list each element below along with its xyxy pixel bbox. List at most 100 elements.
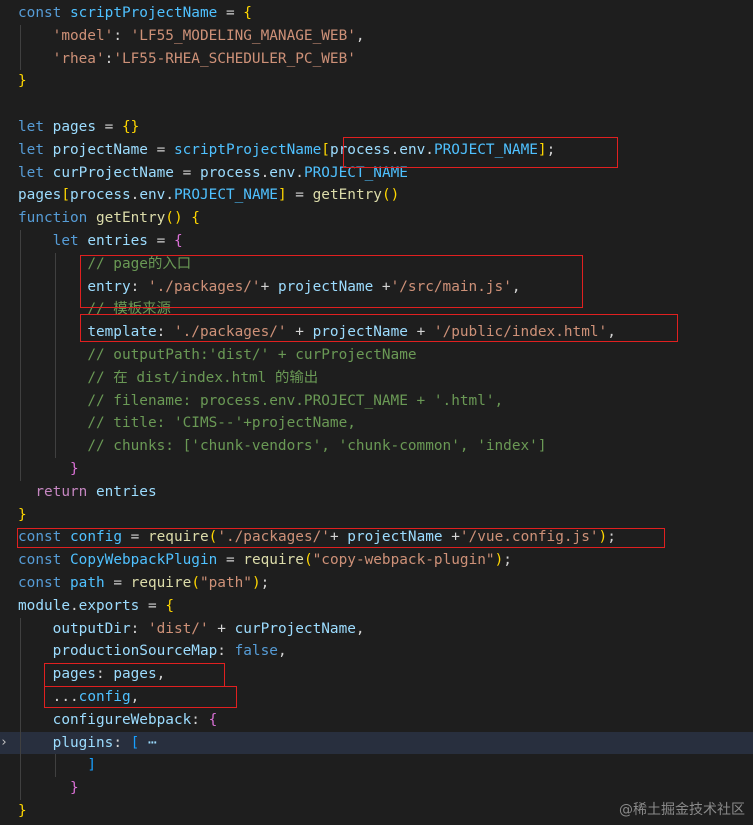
code-line[interactable]: pages[process.env.PROJECT_NAME] = getEnt… xyxy=(0,184,753,207)
code-line[interactable]: } xyxy=(0,504,753,527)
code-text: const path = require("path"); xyxy=(18,572,269,595)
code-text: } xyxy=(18,458,79,481)
code-token: pages xyxy=(113,666,157,683)
code-token: projectName xyxy=(277,278,374,295)
code-token: , xyxy=(156,666,166,683)
code-line[interactable]: ] xyxy=(0,754,753,778)
code-text: let entries = { xyxy=(18,230,183,253)
code-token: const xyxy=(18,575,62,591)
code-line[interactable]: // title: 'CIMS--'+projectName, xyxy=(0,412,753,436)
code-line[interactable]: let curProjectName = process.env.PROJECT… xyxy=(0,162,753,185)
code-token: + xyxy=(407,324,434,341)
code-token: config xyxy=(70,529,122,546)
code-token: 'dist/' xyxy=(147,620,209,637)
code-line[interactable]: // page的入口 xyxy=(0,252,753,276)
code-token: = xyxy=(121,529,148,546)
code-token: function xyxy=(18,210,88,227)
code-line[interactable]: configureWebpack: { xyxy=(0,708,753,732)
code-token: : xyxy=(113,27,131,44)
code-token: curProjectName xyxy=(234,620,356,637)
code-line[interactable]: } xyxy=(0,777,753,800)
code-line[interactable]: pages: pages, xyxy=(0,663,753,686)
code-token: { xyxy=(165,597,174,614)
code-text: // chunks: ['chunk-vendors', 'chunk-comm… xyxy=(18,435,546,458)
code-token: // 在 dist/index.html 的输出 xyxy=(87,369,319,386)
code-line[interactable]: const path = require("path"); xyxy=(0,572,753,595)
code-token: : xyxy=(130,278,148,295)
code-text: let pages = {} xyxy=(18,116,139,139)
code-line[interactable]: const scriptProjectName = { xyxy=(0,2,753,25)
code-text: productionSourceMap: false, xyxy=(18,640,287,663)
code-token: : xyxy=(95,666,114,683)
code-token: + xyxy=(286,324,313,341)
code-token: , xyxy=(130,689,140,705)
chevron-right-icon[interactable]: › xyxy=(0,735,12,750)
code-token: PROJECT_NAME xyxy=(303,164,408,181)
code-token: ) xyxy=(598,529,608,546)
code-token: ) xyxy=(251,575,261,591)
code-text: // 在 dist/index.html 的输出 xyxy=(18,367,318,390)
code-token: return xyxy=(35,483,88,500)
code-token: } xyxy=(18,73,27,90)
code-token: ( xyxy=(208,529,218,546)
code-line[interactable]: } xyxy=(0,458,753,481)
code-token: 'model' xyxy=(52,27,114,44)
code-token: ; xyxy=(503,552,512,569)
code-editor[interactable]: const scriptProjectName = { 'model': 'LF… xyxy=(0,0,753,825)
code-token: module xyxy=(18,597,70,614)
code-token: '/src/main.js' xyxy=(390,278,512,295)
code-line[interactable]: return entries xyxy=(0,481,753,504)
code-token: = xyxy=(139,597,166,614)
code-token: ; xyxy=(546,141,556,158)
code-token: './packages/' xyxy=(147,278,261,295)
code-line[interactable]: const CopyWebpackPlugin = require("copy-… xyxy=(0,549,753,572)
code-line[interactable]: // filename: process.env.PROJECT_NAME + … xyxy=(0,389,753,413)
code-token: productionSourceMap xyxy=(52,643,218,660)
code-token: let xyxy=(18,119,44,135)
code-line[interactable]: let projectName = scriptProjectName[proc… xyxy=(0,139,753,162)
code-text: entry: './packages/'+ projectName +'/src… xyxy=(18,276,520,299)
code-token: template xyxy=(87,324,157,341)
code-line[interactable]: const config = require('./packages/'+ pr… xyxy=(0,526,753,549)
code-line[interactable]: let entries = { xyxy=(0,230,753,253)
code-line[interactable]: // 模板来源 xyxy=(0,298,753,322)
code-line[interactable]: template: './packages/' + projectName + … xyxy=(0,321,753,344)
code-token: // title: 'CIMS--'+projectName, xyxy=(87,415,356,432)
code-token: CopyWebpackPlugin xyxy=(70,552,218,569)
code-token: + xyxy=(373,278,391,295)
code-token: pages xyxy=(52,119,96,135)
code-token: path xyxy=(70,575,105,591)
code-line[interactable]: // chunks: ['chunk-vendors', 'chunk-comm… xyxy=(0,435,753,458)
code-line[interactable]: › plugins: [ ⋯ xyxy=(0,731,753,755)
code-token: { xyxy=(191,210,200,227)
code-line[interactable]: let pages = {} xyxy=(0,116,753,139)
code-token: const xyxy=(18,5,62,21)
code-token: ⋯ xyxy=(139,734,157,751)
code-line[interactable]: } xyxy=(0,70,753,93)
code-text: // outputPath:'dist/' + curProjectName xyxy=(18,344,416,367)
code-line[interactable]: 'rhea':'LF55-RHEA_SCHEDULER_PC_WEB' xyxy=(0,47,753,71)
code-token: process xyxy=(329,141,391,158)
code-line[interactable]: entry: './packages/'+ projectName +'/src… xyxy=(0,275,753,299)
code-token: {} xyxy=(122,119,140,135)
code-token: ; xyxy=(607,529,616,546)
code-line[interactable]: productionSourceMap: false, xyxy=(0,640,753,664)
code-token: 'rhea' xyxy=(52,50,105,67)
code-line[interactable]: outputDir: 'dist/' + curProjectName, xyxy=(0,617,753,641)
code-line[interactable]: 'model': 'LF55_MODELING_MANAGE_WEB', xyxy=(0,24,753,48)
code-line[interactable]: function getEntry() { xyxy=(0,207,753,230)
code-line[interactable]: module.exports = { xyxy=(0,595,753,618)
code-line[interactable]: // outputPath:'dist/' + curProjectName xyxy=(0,344,753,367)
code-line[interactable] xyxy=(0,93,753,116)
code-token: exports xyxy=(78,597,140,614)
code-token: // page的入口 xyxy=(87,255,192,272)
code-line[interactable]: // 在 dist/index.html 的输出 xyxy=(0,366,753,390)
code-token: const xyxy=(18,552,62,569)
code-line[interactable]: ...config, xyxy=(0,686,753,709)
